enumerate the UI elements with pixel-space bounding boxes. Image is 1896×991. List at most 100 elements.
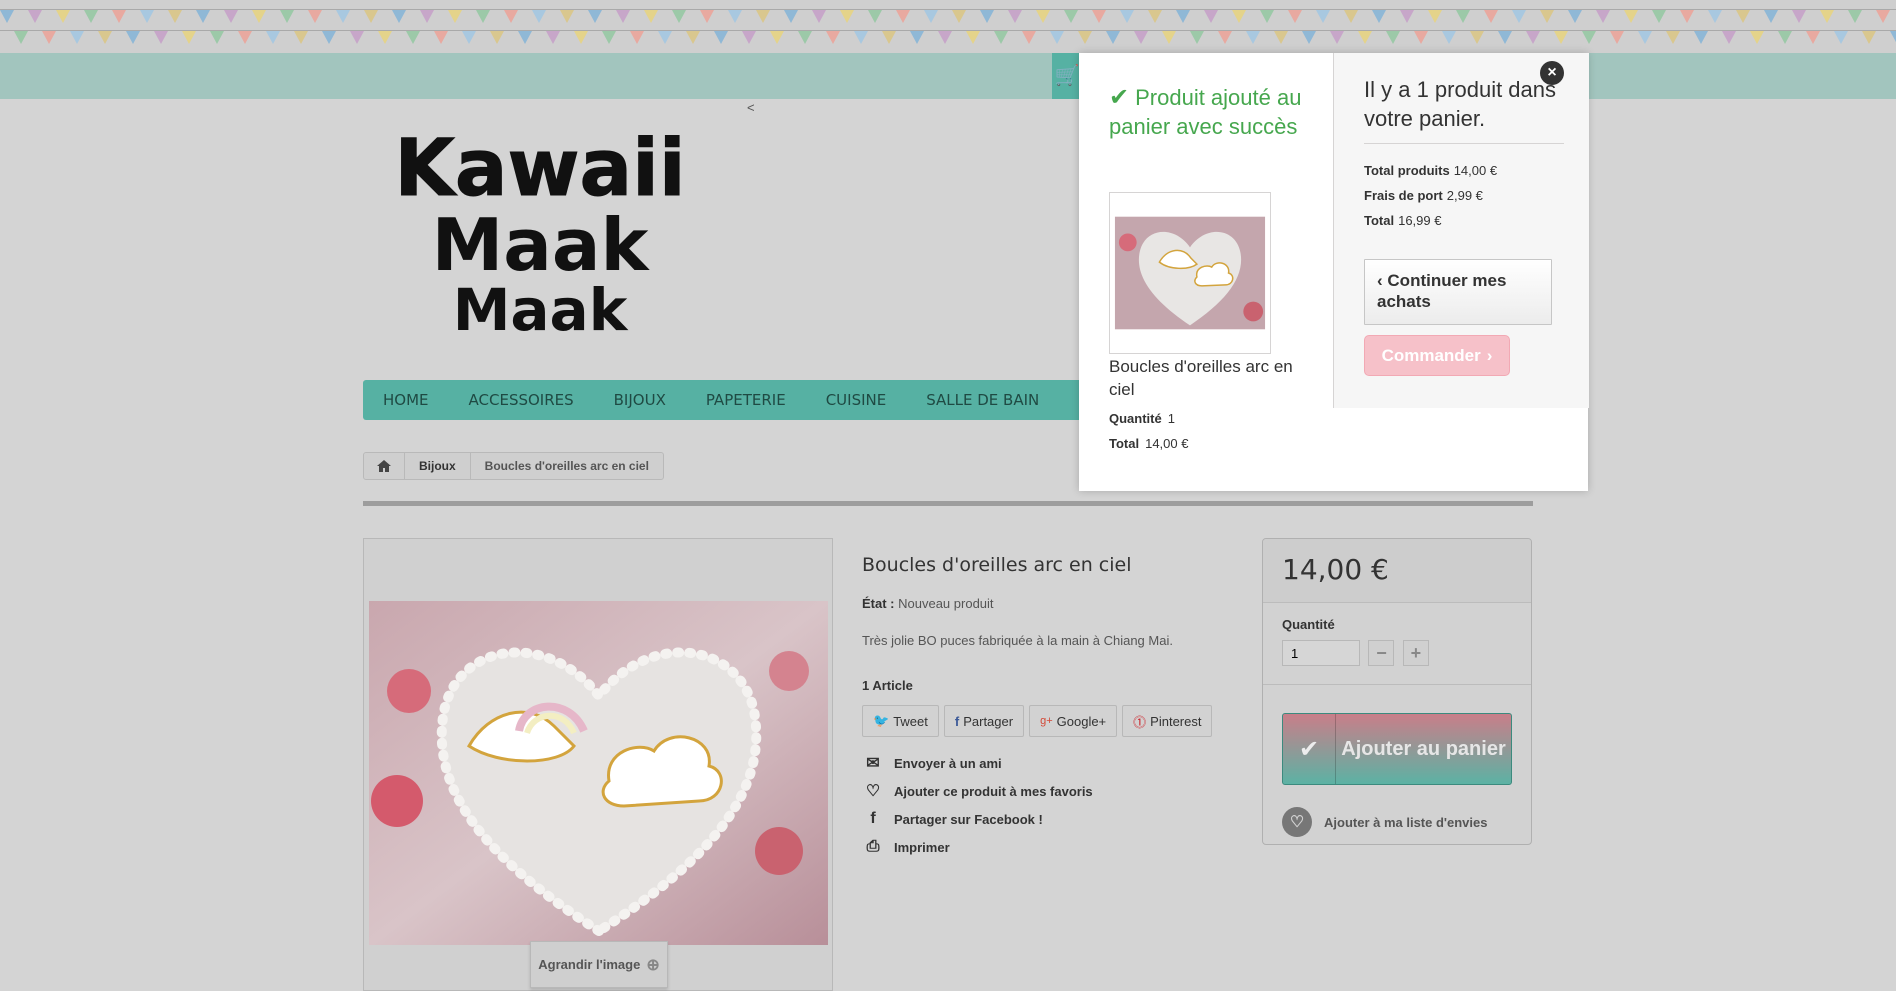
bunting-flag — [1302, 31, 1316, 44]
bunting-flag — [224, 10, 238, 23]
nav-item-cuisine[interactable]: CUISINE — [806, 391, 907, 409]
nav-item-salle-de-bain[interactable]: SALLE DE BAIN — [906, 391, 1059, 409]
nav-item-accessoires[interactable]: ACCESSOIRES — [449, 391, 594, 409]
quantity-minus-button[interactable]: − — [1368, 640, 1395, 666]
bunting-flag — [1246, 31, 1260, 44]
facebook-share-button[interactable]: f Partager — [943, 705, 1025, 737]
product-description: Très jolie BO puces fabriquée à la main … — [862, 633, 1173, 648]
quantity-label: Quantité — [1282, 617, 1335, 632]
wishlist-label: Ajouter à ma liste d'envies — [1324, 814, 1488, 830]
quantity-plus-button[interactable]: + — [1402, 640, 1429, 666]
bunting-flag — [210, 31, 224, 44]
shop-logo[interactable]: Kawaii Maak Maak — [395, 125, 685, 335]
quantity-input[interactable] — [1282, 640, 1360, 666]
bunting-flag — [1876, 10, 1890, 23]
bunting-flag — [154, 31, 168, 44]
bunting-flag — [630, 31, 644, 44]
bunting-flag — [490, 31, 504, 44]
bunting-flag — [476, 10, 490, 23]
bunting-flag — [378, 31, 392, 44]
popup-product-name: Boucles d'oreilles arc en ciel — [1109, 357, 1293, 399]
bunting-flag — [1358, 31, 1372, 44]
bunting-flag — [392, 10, 406, 23]
checkout-button[interactable]: Commander › — [1364, 335, 1510, 376]
add-to-favorites-link[interactable]: ♡ Ajouter ce produit à mes favoris — [862, 777, 1262, 805]
bunting-flag — [924, 10, 938, 23]
close-popup-button[interactable]: × — [1540, 61, 1564, 85]
home-icon — [377, 460, 391, 472]
cart-tab[interactable]: 🛒 — [1052, 53, 1082, 99]
bunting-flag — [616, 10, 630, 23]
nav-item-papeterie[interactable]: PAPETERIE — [686, 391, 806, 409]
bunting-flag — [812, 10, 826, 23]
add-to-wishlist-link[interactable]: ♡ Ajouter à ma liste d'envies — [1282, 807, 1487, 837]
add-to-cart-button[interactable]: ✔ Ajouter au panier — [1282, 713, 1512, 785]
popup-quantity-label: Quantité — [1109, 411, 1162, 426]
bunting-flag — [266, 31, 280, 44]
twitter-icon: 🐦 — [873, 713, 890, 728]
bunting-flag — [1680, 10, 1694, 23]
bunting-flag — [588, 10, 602, 23]
send-to-friend-link[interactable]: ✉ Envoyer à un ami — [862, 749, 1262, 777]
popup-cart-summary: Il y a 1 produit dans votre panier. Tota… — [1333, 53, 1589, 408]
share-facebook-link[interactable]: f Partager sur Facebook ! — [862, 805, 1262, 833]
bunting-flag — [1414, 31, 1428, 44]
checkout-label: Commander — [1381, 345, 1481, 365]
bunting-flag — [546, 31, 560, 44]
bunting-flag — [1624, 10, 1638, 23]
bunting-flag — [840, 10, 854, 23]
logo-line-1: Kawaii — [395, 125, 685, 214]
printer-icon: ⎙ — [866, 838, 880, 855]
bunting-flag — [98, 31, 112, 44]
bunting-flag — [168, 10, 182, 23]
bunting-flag — [1694, 31, 1708, 44]
bunting-flag — [1736, 10, 1750, 23]
google-plus-label: Google+ — [1056, 713, 1107, 729]
bunting-flag — [322, 31, 336, 44]
bunting-flag — [966, 31, 980, 44]
tweet-button[interactable]: 🐦 Tweet — [862, 705, 939, 737]
bunting-flag — [1064, 10, 1078, 23]
bunting-flag — [238, 31, 252, 44]
popup-product-thumbnail — [1109, 192, 1271, 354]
google-plus-button[interactable]: g+ Google+ — [1029, 705, 1118, 737]
success-text: Produit ajouté au panier avec succès — [1109, 85, 1302, 139]
bunting-flag — [350, 31, 364, 44]
summary-grand-total: Total 16,99 € — [1364, 213, 1441, 228]
bunting-flag — [728, 10, 742, 23]
share-facebook-label: Partager sur Facebook ! — [894, 811, 1043, 827]
nav-item-home[interactable]: HOME — [363, 391, 449, 409]
bunting-flag — [1092, 10, 1106, 23]
add-to-favorites-label: Ajouter ce produit à mes favoris — [894, 783, 1093, 799]
bunting-flag — [1778, 31, 1792, 44]
bunting-flag — [980, 10, 994, 23]
continue-shopping-button[interactable]: ‹ Continuer mes achats — [1364, 259, 1552, 325]
pinterest-button[interactable]: ⓵ Pinterest — [1122, 705, 1213, 737]
bunting-flag — [1806, 31, 1820, 44]
zoom-image-button[interactable]: Agrandir l'image ⊕ — [530, 941, 668, 988]
breadcrumb-home[interactable] — [364, 453, 405, 479]
bunting-flag — [896, 10, 910, 23]
bunting-flag — [1792, 10, 1806, 23]
bunting-flag — [1162, 31, 1176, 44]
bunting-flag — [700, 10, 714, 23]
breadcrumb-category[interactable]: Bijoux — [405, 453, 471, 479]
bunting-flag — [1078, 31, 1092, 44]
bunting-flag — [1554, 31, 1568, 44]
bunting-flag — [1008, 10, 1022, 23]
bunting-flag — [1232, 10, 1246, 23]
bunting-flag — [1316, 10, 1330, 23]
print-link[interactable]: ⎙ Imprimer — [862, 833, 1262, 861]
bunting-flag — [1708, 10, 1722, 23]
bunting-flag — [1862, 31, 1876, 44]
tweet-label: Tweet — [893, 713, 928, 729]
bunting-flag — [1050, 31, 1064, 44]
bunting-flag — [1260, 10, 1274, 23]
bunting-flag — [1442, 31, 1456, 44]
product-image[interactable] — [369, 601, 828, 945]
bunting-flag — [364, 10, 378, 23]
bunting-flag — [770, 31, 784, 44]
bunting-flag — [1512, 10, 1526, 23]
product-info: Boucles d'oreilles arc en ciel État : No… — [862, 550, 1262, 861]
nav-item-bijoux[interactable]: BIJOUX — [594, 391, 686, 409]
